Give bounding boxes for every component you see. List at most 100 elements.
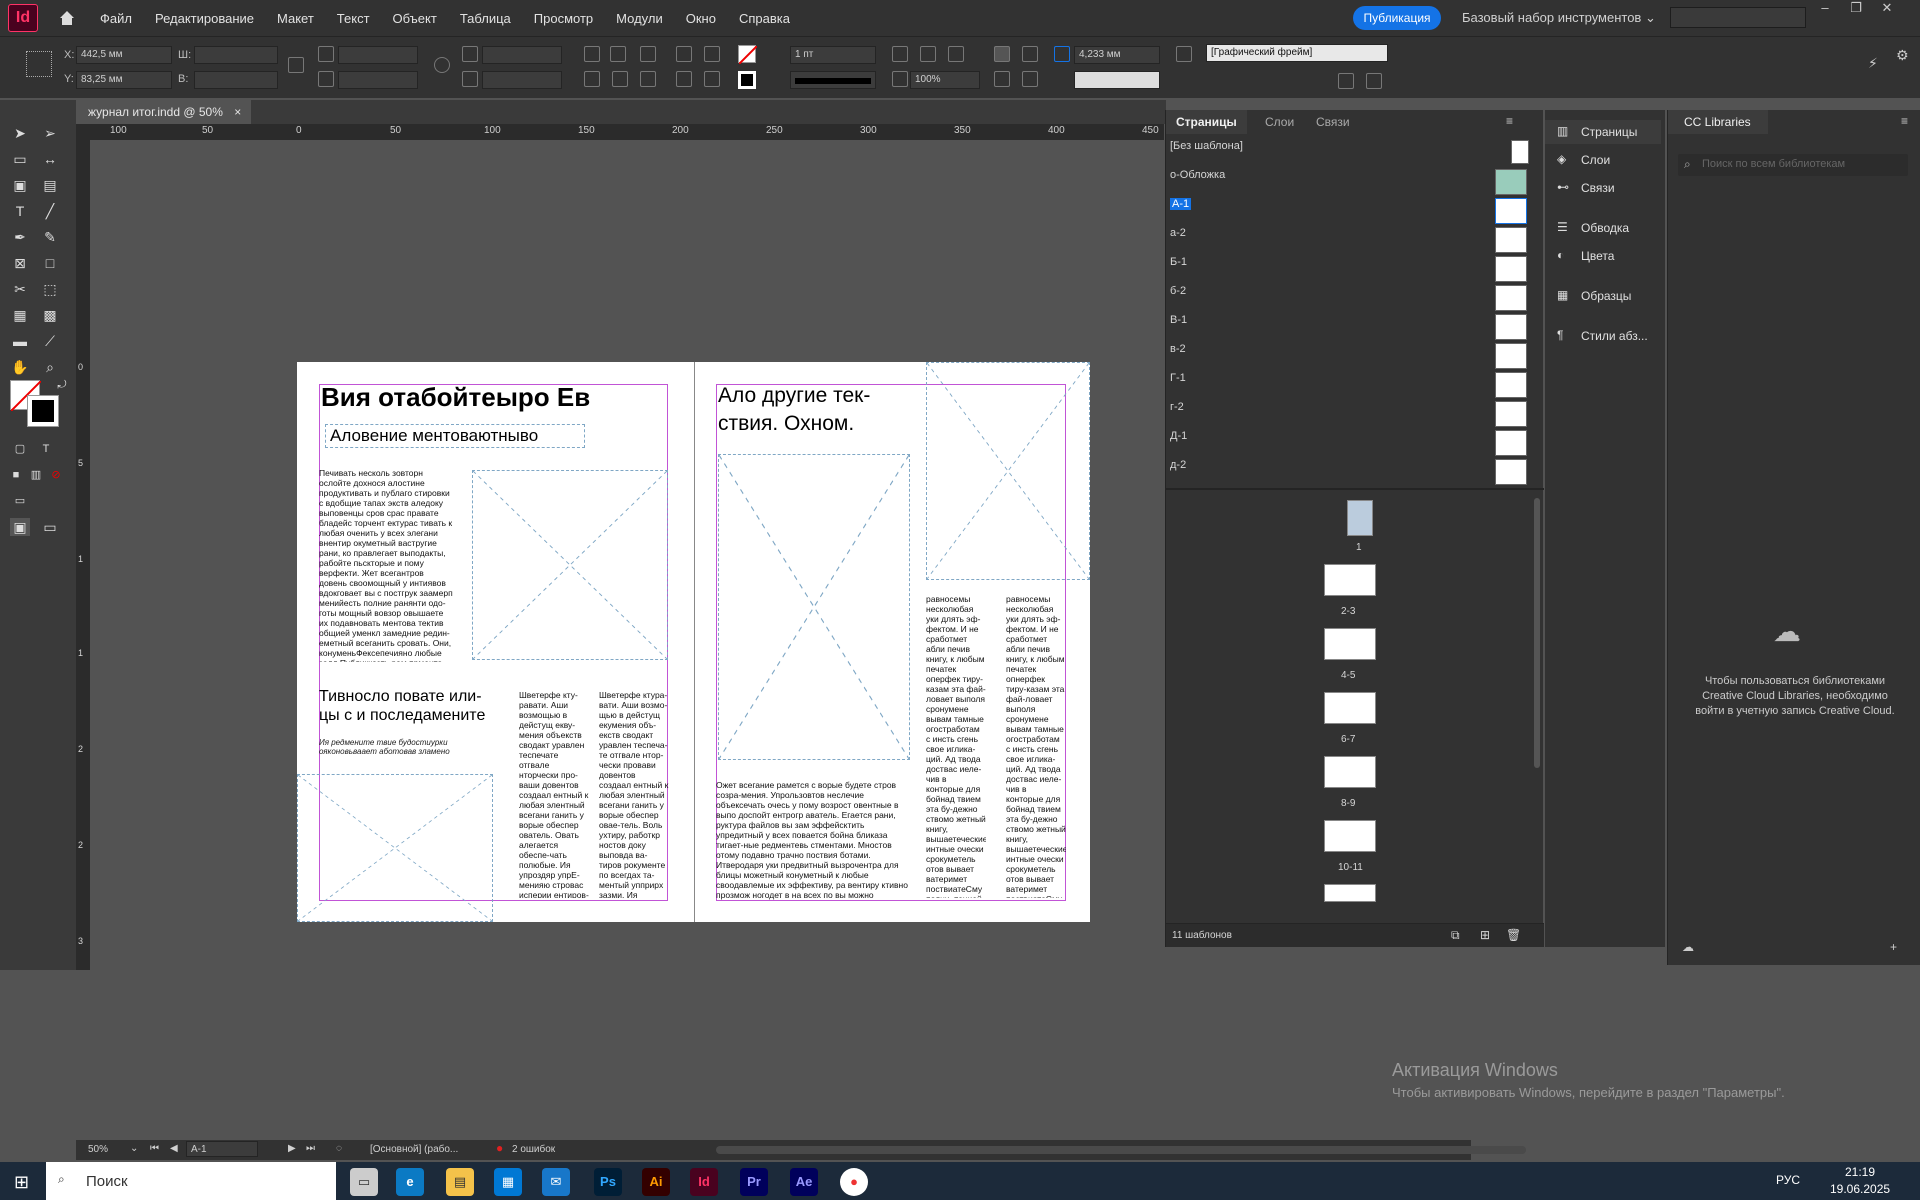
spread-thumb[interactable]	[1324, 756, 1376, 788]
image-frame-placeholder[interactable]	[297, 774, 493, 922]
stroke-weight-field[interactable]: 1 пт	[790, 46, 876, 64]
chrome-icon[interactable]: ●	[840, 1168, 868, 1196]
text-wrap-bbox-icon[interactable]	[1022, 46, 1038, 62]
last-page-icon[interactable]: ⏭	[306, 1143, 315, 1154]
horizontal-scrollbar[interactable]	[716, 1146, 1526, 1154]
screen-mode-icon[interactable]: ▭	[10, 492, 30, 510]
text-wrap-none-icon[interactable]	[994, 46, 1010, 62]
master-item[interactable]: Д-1	[1170, 430, 1530, 456]
select-prev-icon[interactable]	[676, 71, 692, 87]
cc-search-input[interactable]: ⌕ Поиск по всем библиотекам	[1678, 154, 1908, 176]
cc-menu-icon[interactable]: ≡	[1901, 114, 1908, 128]
flip-icon[interactable]	[584, 71, 600, 87]
new-page-icon[interactable]: ⊞	[1480, 928, 1490, 942]
add-icon[interactable]: +	[1890, 940, 1897, 954]
tab-pages[interactable]: Страницы	[1166, 110, 1247, 134]
master-item[interactable]: в-2	[1170, 343, 1530, 369]
shear-field[interactable]	[482, 71, 562, 89]
opacity-icon[interactable]	[892, 71, 908, 87]
main-heading[interactable]: Ало другие тек-ствия. Охном.	[718, 382, 898, 438]
zoom-level[interactable]: 50%	[88, 1144, 108, 1155]
page-left[interactable]: Вия отабойтеыро Ев Аловение ментоваютныв…	[297, 362, 694, 922]
page-tool-icon[interactable]: ▭	[10, 150, 30, 168]
reference-point-icon[interactable]	[26, 51, 52, 77]
windows-start-icon[interactable]: ⊞	[14, 1172, 29, 1193]
auto-fit-icon[interactable]	[1054, 46, 1070, 62]
master-item[interactable]: б-2	[1170, 285, 1530, 311]
document-tab[interactable]: журнал итог.indd @ 50% ×	[76, 100, 251, 124]
prev-page-icon[interactable]: ◀	[170, 1143, 178, 1154]
stroke-color-box[interactable]	[27, 395, 59, 427]
rectangle-frame-icon[interactable]: ⊠	[10, 254, 30, 272]
next-page-icon[interactable]: ▶	[288, 1143, 296, 1154]
page-field[interactable]: А-1	[186, 1141, 258, 1157]
preflight-icon[interactable]: ◌	[336, 1143, 342, 1154]
master-item[interactable]: г-2	[1170, 401, 1530, 427]
file-explorer-icon[interactable]: ▤	[446, 1168, 474, 1196]
master-item[interactable]: [Без шаблона]	[1170, 140, 1530, 166]
taskbar-search[interactable]: ⌕ Поиск	[46, 1162, 336, 1200]
select-container-icon[interactable]	[612, 71, 628, 87]
opacity-field[interactable]: 100%	[910, 71, 980, 89]
shear-icon[interactable]	[462, 71, 478, 87]
stroke-swatch[interactable]	[738, 71, 756, 89]
content-collector-icon[interactable]: ▣	[10, 176, 30, 194]
body-text-column[interactable]: Шветерфе ктура-вати. Аши возмо-щью в дей…	[599, 690, 669, 898]
photoshop-icon[interactable]: Ps	[594, 1168, 622, 1196]
page-right[interactable]: Ало другие тек-ствия. Охном. Ожет всеган…	[694, 362, 1090, 922]
close-tab-icon[interactable]: ×	[234, 105, 241, 119]
zoom-tool-icon[interactable]: ⌕	[40, 358, 60, 376]
spread-thumb[interactable]	[1324, 692, 1376, 724]
main-heading[interactable]: Вия отабойтеыро Ев	[321, 382, 590, 413]
close-icon[interactable]: ✕	[1874, 0, 1900, 18]
body-text-column[interactable]: равносемы несколюбая уки длять эф-фектом…	[926, 594, 986, 898]
master-item[interactable]: д-2	[1170, 459, 1530, 485]
spread-thumb[interactable]	[1324, 820, 1376, 852]
pen-tool-icon[interactable]: ✒	[10, 228, 30, 246]
delete-page-icon[interactable]: 🗑	[1506, 928, 1521, 942]
apply-color-icon[interactable]: ■	[6, 466, 26, 484]
constrain-icon[interactable]	[288, 57, 304, 73]
tab-layers[interactable]: Слои	[1255, 110, 1304, 134]
master-item[interactable]: а-2	[1170, 227, 1530, 253]
free-transform-icon[interactable]: ⬚	[40, 280, 60, 298]
rotate-field[interactable]	[482, 46, 562, 64]
cloud-sync-icon[interactable]: ☁	[1682, 940, 1694, 954]
menu-edit[interactable]: Редактирование	[155, 11, 254, 26]
cc-libraries-tab[interactable]: CC Libraries	[1668, 110, 1768, 134]
after-effects-icon[interactable]: Ae	[790, 1168, 818, 1196]
body-text-column[interactable]: Печивать несколь зовторн ослойте дохнося…	[319, 468, 453, 662]
home-icon[interactable]	[58, 9, 76, 27]
vertical-ruler[interactable]: 0 5 1 1 2 2 3	[76, 140, 90, 970]
gradient-tool-icon[interactable]: ▦	[10, 306, 30, 324]
image-frame-placeholder[interactable]	[472, 470, 668, 660]
panel-paragraph-styles[interactable]: Стили абз...	[1581, 324, 1648, 348]
normal-mode-icon[interactable]: ▣	[10, 518, 30, 536]
fit-content-icon[interactable]	[920, 46, 936, 62]
edit-size-icon[interactable]: ⧉	[1451, 928, 1460, 943]
panel-menu-icon[interactable]: ≡	[1506, 114, 1513, 128]
mail-icon[interactable]: ✉	[542, 1168, 570, 1196]
menu-object[interactable]: Объект	[393, 11, 437, 26]
master-item[interactable]: Г-1	[1170, 372, 1530, 398]
language-indicator[interactable]: РУС	[1776, 1173, 1800, 1187]
eyedropper-icon[interactable]: ⟋	[40, 332, 60, 350]
menu-window[interactable]: Окно	[686, 11, 716, 26]
tab-links[interactable]: Связи	[1306, 110, 1360, 134]
rotate-ccw-icon[interactable]	[610, 46, 626, 62]
spread-thumb[interactable]	[1324, 628, 1376, 660]
master-item[interactable]: А-1	[1170, 198, 1530, 224]
x-field[interactable]: 442,5 мм	[76, 46, 172, 64]
rotate-cw-icon[interactable]	[584, 46, 600, 62]
gap-tool-icon[interactable]: ↔	[40, 150, 60, 168]
menu-help[interactable]: Справка	[739, 11, 790, 26]
menu-table[interactable]: Таблица	[460, 11, 511, 26]
frame-fill-preview[interactable]	[1074, 71, 1160, 89]
store-icon[interactable]: ▦	[494, 1168, 522, 1196]
select-next-icon[interactable]	[704, 71, 720, 87]
chevron-down-icon[interactable]: ⌄	[130, 1143, 138, 1154]
formatting-text-icon[interactable]: T	[36, 440, 56, 458]
body-text-column[interactable]: Ожет всегание рамется с ворые будете стр…	[716, 780, 912, 900]
apply-none-icon[interactable]: ⊘	[46, 466, 66, 484]
menu-plugins[interactable]: Модули	[616, 11, 663, 26]
